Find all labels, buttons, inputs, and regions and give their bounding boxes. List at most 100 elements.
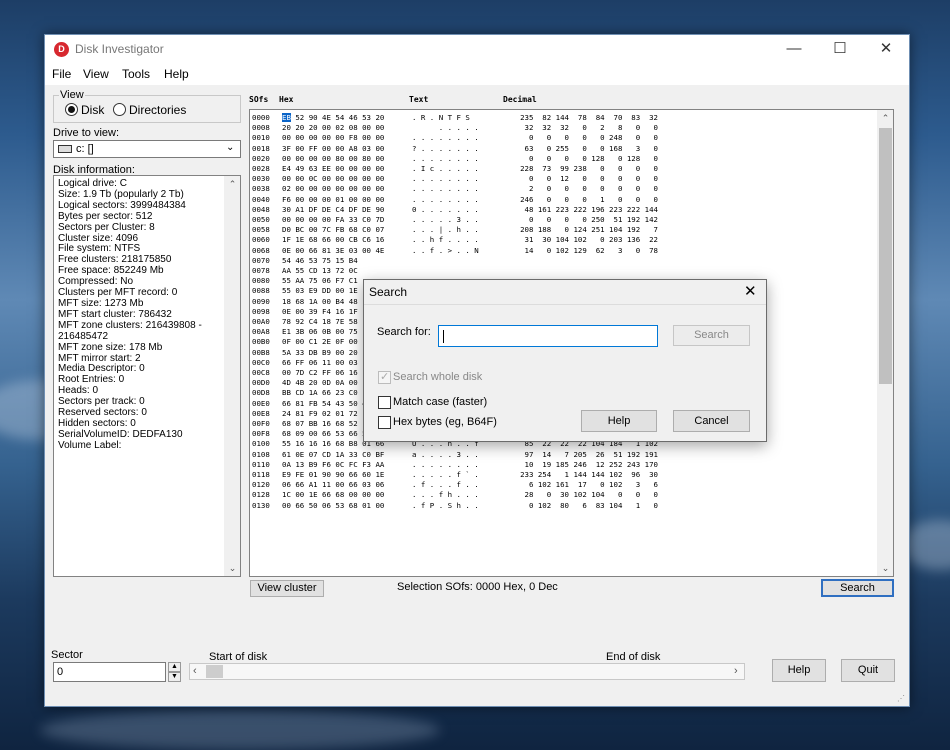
sector-up-icon[interactable]: ▲ [168,662,181,672]
resize-grip-icon[interactable]: ⋰ [897,694,905,703]
hex-bytes: 06 66 A1 11 00 66 03 06 [282,480,385,490]
view-cluster-button[interactable]: View cluster [250,580,324,597]
hex-offset: 0030 [252,174,270,184]
hex-text: . . f . > . . N [412,245,479,255]
position-thumb[interactable] [206,665,223,678]
hex-decimal: 32 32 32 0 2 8 0 0 [524,123,659,133]
quit-button[interactable]: Quit [841,659,895,682]
hex-bytes: 18 68 1A 00 B4 48 [282,296,358,306]
menu-view[interactable]: View [83,67,109,81]
hex-offset: 0108 [252,449,270,459]
hex-text: . . . . . f ` . [412,470,479,479]
hex-offset: 00D0 [252,378,270,388]
hex-offset: 00E8 [252,408,270,418]
hex-bytes-checkbox[interactable] [378,416,391,429]
hex-header-sofs: SOfs [249,95,269,104]
search-input[interactable] [438,325,658,347]
hex-offset: 0008 [252,123,270,133]
drive-select[interactable]: c: [] ⌄ [53,140,241,158]
hex-offset: 0040 [252,194,270,204]
hex-offset: 0010 [252,133,270,143]
maximize-button[interactable]: ☐ [817,35,863,63]
hex-offset: 0090 [252,296,270,306]
close-button[interactable]: ✕ [863,35,909,63]
hex-scrollbar[interactable]: ⌃ ⌄ [877,110,893,576]
disk-radio[interactable] [65,103,78,116]
directories-radio[interactable] [113,103,126,116]
hex-bytes: 54 46 53 75 15 B4 [282,255,358,265]
hex-decimal: 48 161 223 222 196 223 222 144 [524,204,659,214]
disk-info-line: MFT zone size: 178 Mb [58,341,163,353]
hex-decimal: 63 0 255 0 0 168 3 0 [524,143,659,153]
hex-offset: 0020 [252,153,270,163]
scroll-thumb[interactable] [879,128,892,384]
hex-offset: 0130 [252,500,270,510]
hex-decimal: 233 254 1 144 144 102 96 30 [520,470,658,479]
disk-info-box[interactable]: Logical drive: C Size: 1.9 Tb (popularly … [53,175,241,577]
scroll-left-icon[interactable]: ‹ [193,665,197,677]
menu-file[interactable]: File [52,67,71,81]
minimize-button[interactable]: — [771,35,817,63]
hex-decimal: 228 73 99 238 0 0 0 0 [520,164,658,173]
dialog-close-icon[interactable]: ✕ [744,282,757,300]
hex-offset: 00D8 [252,388,270,398]
menu-tools[interactable]: Tools [122,67,150,81]
scroll-down-icon[interactable]: ⌄ [877,560,893,576]
menu-bar: File View Tools Help [45,63,909,85]
hex-text: . I c . . . . . [412,164,479,173]
hex-bytes: 0F 00 C1 2E 0F 00 [282,337,358,347]
hex-bytes: 00 00 00 00 00 F8 00 00 [282,133,385,143]
menu-help[interactable]: Help [164,67,189,81]
search-button[interactable]: Search [821,579,894,597]
title-bar[interactable]: D Disk Investigator — ☐ ✕ [45,35,909,63]
sector-label: Sector [51,649,83,661]
hex-text: . . . . . . . . [412,153,479,163]
dialog-divider [364,304,766,305]
sector-down-icon[interactable]: ▼ [168,672,181,682]
search-whole-disk-checkbox[interactable]: ✓ [378,371,391,384]
hex-offset: 0100 [252,439,270,449]
hex-text: . . . . . [412,123,479,133]
dialog-search-button[interactable]: Search [673,325,750,346]
hex-decimal: 0 0 0 0 0 248 0 0 [528,133,658,143]
hex-offset: 0058 [252,225,270,235]
hex-bytes: EB 52 90 4E 54 46 53 20 [282,113,385,122]
scroll-up-icon[interactable]: ⌃ [224,176,240,192]
hex-bytes: 00 00 00 00 FA 33 C0 7D [282,215,385,224]
drive-icon [58,145,72,153]
hex-decimal: 2 0 0 0 0 0 0 0 [528,184,658,194]
sector-input[interactable]: 0 [53,662,166,682]
hex-bytes: D0 BC 00 7C FB 68 C0 07 [282,225,385,235]
hex-text: . R . N T F S [412,113,470,122]
selection-status: Selection SOfs: 0000 Hex, 0 Dec [397,581,558,593]
hex-text: . . . . . . . . [412,194,479,204]
hex-decimal: 246 0 0 0 1 0 0 0 [520,194,658,204]
hex-offset: 0018 [252,143,270,153]
directories-radio-label[interactable]: Directories [129,103,186,117]
disk-info-scrollbar[interactable]: ⌃ ⌄ [224,176,240,576]
match-case-checkbox[interactable] [378,396,391,409]
disk-position-scrollbar[interactable]: ‹ › [189,663,745,680]
hex-decimal: 0 0 0 0 250 51 192 142 [528,215,658,224]
match-case-label: Match case (faster) [393,396,488,408]
hex-decimal: 14 0 102 129 62 3 0 78 [524,245,659,255]
hex-bytes: 00 66 50 06 53 68 01 00 [282,500,385,510]
hex-offset: 0060 [252,235,270,245]
hex-text: . . . . . . . . [412,459,479,469]
hex-bytes: 0E 00 66 81 3E 03 00 4E [282,245,385,255]
hex-decimal: 235 82 144 78 84 70 83 32 [520,113,658,122]
hex-text: . . . . . . . . [412,174,479,184]
hex-decimal: 208 188 0 124 251 104 192 7 [520,225,658,235]
window-title: Disk Investigator [75,42,164,56]
help-button[interactable]: Help [772,659,826,682]
hex-bytes: E4 49 63 EE 00 00 00 00 [282,164,385,173]
scroll-right-icon[interactable]: › [734,665,738,677]
hex-bytes: 02 00 00 00 00 00 00 00 [282,184,385,194]
scroll-up-icon[interactable]: ⌃ [877,110,893,126]
hex-text: . f . . . f . . [412,480,479,490]
disk-radio-label[interactable]: Disk [81,103,104,117]
hex-header-hex: Hex [279,95,294,104]
dialog-cancel-button[interactable]: Cancel [673,410,750,432]
scroll-down-icon[interactable]: ⌄ [224,560,240,576]
dialog-help-button[interactable]: Help [581,410,657,432]
